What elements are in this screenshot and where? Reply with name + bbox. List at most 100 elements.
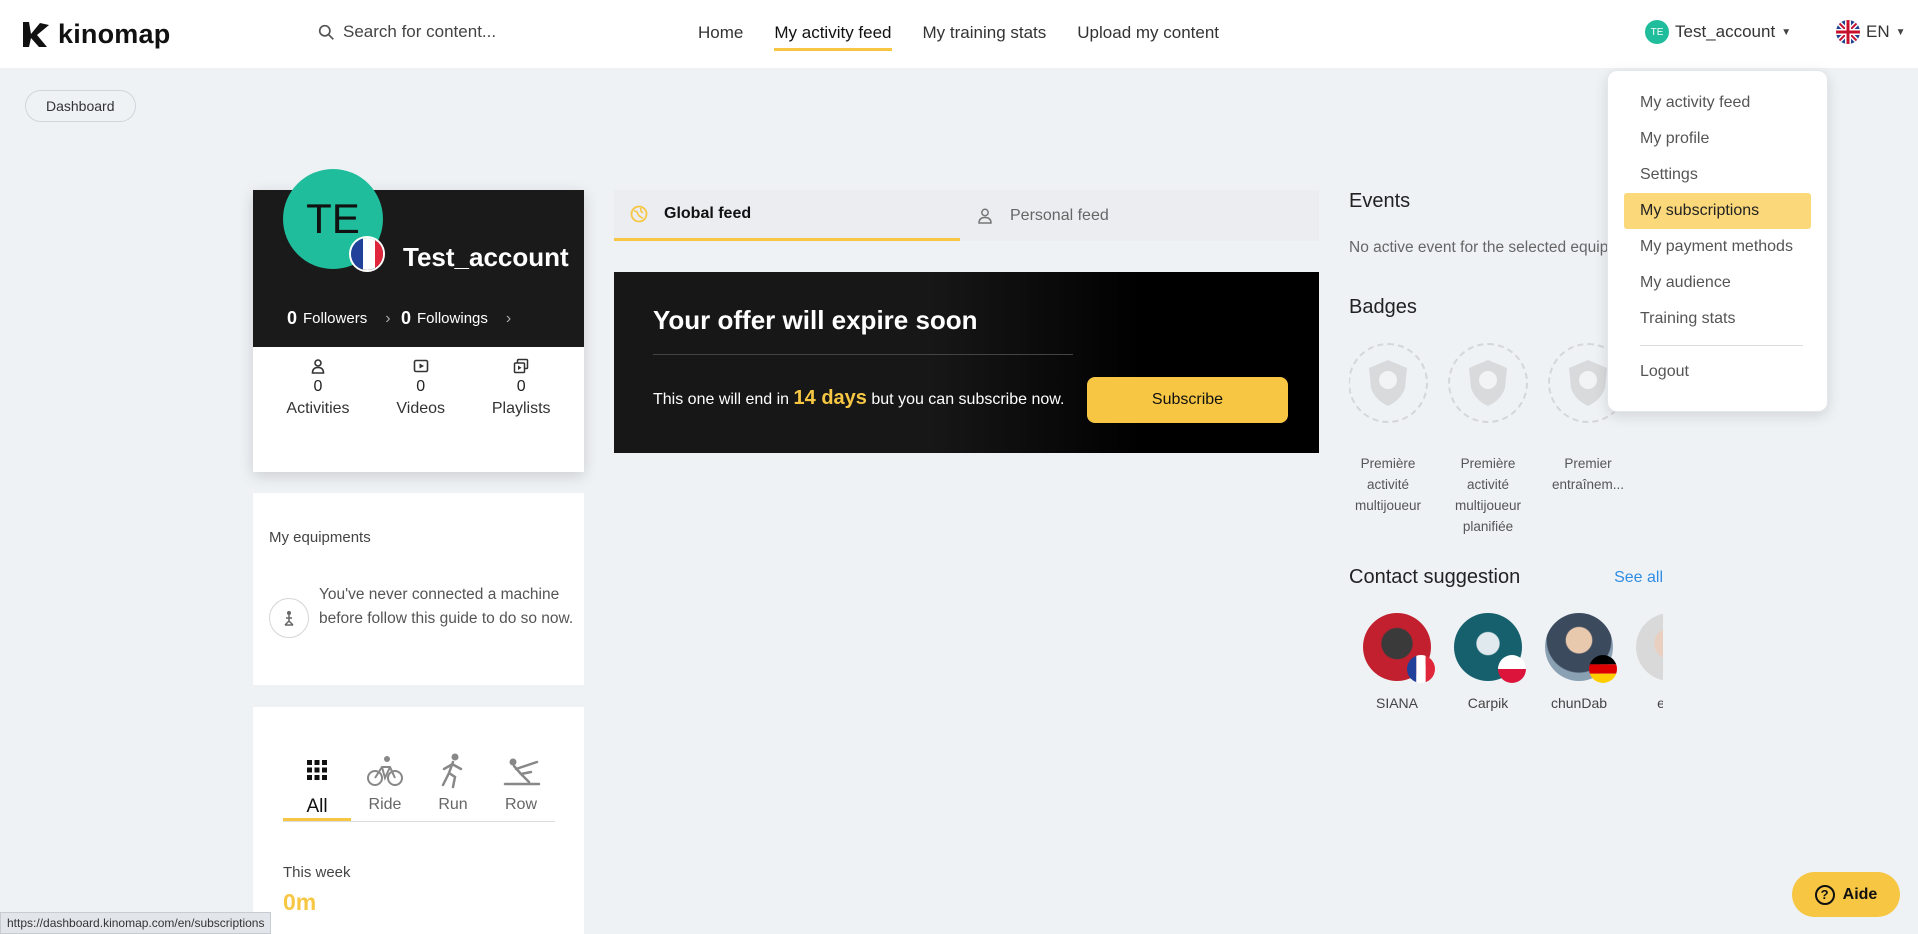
offer-text: This one will end in 14 days but you can… [653,387,1064,410]
bike-icon [367,756,403,786]
equipments-title: My equipments [269,529,371,546]
status-url-tooltip: https://dashboard.kinomap.com/en/subscri… [0,912,272,934]
kinomap-logo[interactable]: kinomap [20,18,170,50]
followings-count: 0 [401,308,412,328]
nav-home[interactable]: Home [698,23,743,51]
menu-item-training-stats[interactable]: Training stats [1624,301,1811,337]
subscribe-button[interactable]: Subscribe [1087,377,1288,423]
playlist-icon [513,358,529,374]
search-bar[interactable] [318,22,563,42]
badge-shield-icon [1349,343,1428,423]
caret-down-icon: ▼ [1781,26,1792,38]
menu-item-payment-methods[interactable]: My payment methods [1624,229,1811,265]
stat-value: 0 [416,378,426,395]
followers-label: Followers [303,310,368,327]
offer-title: Your offer will expire soon [653,305,978,335]
tab-label: Global feed [664,205,752,222]
contact-name: elec [1657,695,1663,711]
stat-playlists[interactable]: 0 Playlists [492,358,551,418]
duration-value: 0m [283,889,317,915]
followings-link[interactable]: 0 Followings › [401,308,511,329]
user-avatar: TE [1645,20,1669,44]
main-nav: Home My activity feed My training stats … [698,23,1219,51]
chevron-right-icon: › [385,309,391,327]
sport-tab-label: Run [438,796,468,813]
badge-item[interactable]: Première activité multijoueur planifiée [1443,343,1533,537]
contact-avatar [1454,613,1526,683]
sport-tab-run[interactable]: Run [419,752,487,821]
search-input[interactable] [343,22,563,42]
menu-divider [1640,345,1803,346]
feed-tabs: Global feed Personal feed [614,190,1319,241]
equipments-card: My equipments You've never connected a m… [253,493,584,685]
sport-tab-row[interactable]: Row [487,752,555,821]
period-label: This week [283,864,351,881]
germany-flag-icon [1589,655,1617,683]
profile-header: TE Test_account 0 Followers › 0 Followin… [253,169,584,347]
sport-stats-card: All Ride Run Row This week 0m [253,707,584,934]
followings-label: Followings [417,310,488,327]
offer-text-after: but you can subscribe now. [871,391,1065,408]
badges-title: Badges [1349,296,1417,318]
person-icon [978,208,992,224]
offer-text-before: This one will end in [653,391,790,408]
language-selector[interactable]: EN ▼ [1836,20,1906,44]
see-all-link[interactable]: See all [1614,569,1663,587]
contact-item[interactable]: elec [1634,613,1663,711]
profile-card: TE Test_account 0 Followers › 0 Followin… [253,169,584,472]
tab-global-feed[interactable]: Global feed [614,190,960,241]
contact-avatar [1363,613,1435,683]
language-code: EN [1866,22,1890,41]
menu-item-activity-feed[interactable]: My activity feed [1624,85,1811,121]
stat-label: Playlists [491,400,551,417]
tab-personal-feed[interactable]: Personal feed [960,190,1306,241]
contact-item[interactable]: Carpik [1452,613,1526,711]
contact-name: chunDab [1550,695,1608,711]
france-flag-icon [1407,655,1435,683]
user-dropdown-menu: My activity feed My profile Settings My … [1607,70,1828,412]
person-icon [311,359,325,374]
menu-item-logout[interactable]: Logout [1624,354,1811,390]
caret-down-icon: ▼ [1895,26,1906,38]
menu-item-profile[interactable]: My profile [1624,121,1811,157]
contact-item[interactable]: chunDab [1543,613,1617,711]
offer-days: 14 days [793,387,867,409]
followers-link[interactable]: 0 Followers › [287,308,391,329]
badge-item[interactable]: Première activité multijoueur [1349,343,1433,516]
sport-tab-ride[interactable]: Ride [351,752,419,821]
user-menu-toggle[interactable]: TE Test_account ▼ [1645,20,1791,44]
contact-suggestion-title: Contact suggestion [1349,566,1521,588]
nav-upload-content[interactable]: Upload my content [1077,23,1219,51]
grid-icon [307,760,327,780]
help-button[interactable]: ? Aide [1792,872,1900,917]
contact-avatar [1636,613,1663,681]
menu-item-settings[interactable]: Settings [1624,157,1811,193]
sport-tab-all[interactable]: All [283,752,351,821]
menu-item-audience[interactable]: My audience [1624,265,1811,301]
question-icon: ? [1814,884,1835,905]
stat-videos[interactable]: 0 Videos [396,358,445,418]
breadcrumb-dashboard[interactable]: Dashboard [25,90,136,122]
stat-value: 0 [516,378,526,395]
uk-flag-icon [1836,20,1860,44]
profile-stats: 0 Activities 0 Videos 0 Playlists [253,358,584,418]
machine-icon [269,598,309,638]
help-label: Aide [1842,885,1878,903]
offer-divider [653,354,1073,355]
contact-item[interactable]: SIANA [1361,613,1435,711]
user-name: Test_account [1675,22,1776,41]
sport-tab-label: Row [504,796,537,813]
badge-name: Première activité multijoueur planifiée [1454,456,1522,534]
events-title: Events [1349,190,1411,212]
stat-label: Videos [396,400,446,417]
equipments-guide-text[interactable]: You've never connected a machine before … [319,583,579,631]
kinomap-logo-icon [23,22,49,47]
nav-activity-feed[interactable]: My activity feed [774,23,892,51]
nav-training-stats[interactable]: My training stats [923,23,1047,51]
top-navbar: kinomap Home My activity feed My trainin… [0,0,1918,68]
menu-item-subscriptions[interactable]: My subscriptions [1624,193,1811,229]
contact-name: SIANA [1375,695,1418,711]
stat-activities[interactable]: 0 Activities [286,358,350,418]
stat-label: Activities [286,400,350,417]
sport-tab-label: All [306,796,328,817]
